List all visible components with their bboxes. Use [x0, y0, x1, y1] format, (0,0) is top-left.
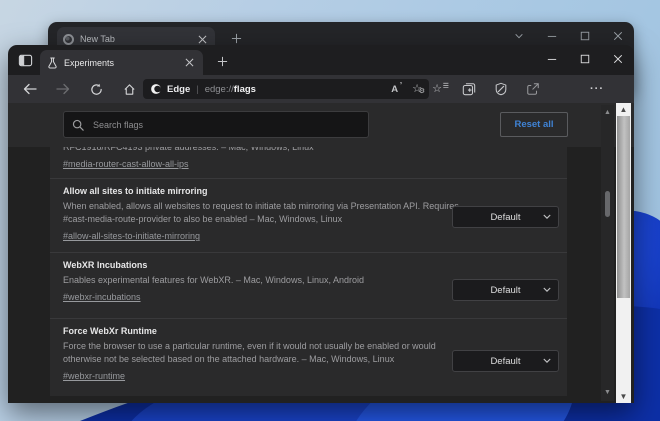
flag-value-dropdown[interactable]: Default	[452, 350, 559, 372]
tab-title: Experiments	[64, 58, 183, 68]
back-icon[interactable]	[22, 81, 38, 97]
search-band: Reset all	[8, 103, 634, 147]
home-icon[interactable]	[121, 81, 137, 97]
new-tab-button[interactable]	[214, 53, 230, 69]
dropdown-value: Default	[490, 356, 520, 367]
flag-row-webxr-incubations: WebXR Incubations Enables experimental f…	[50, 252, 567, 318]
refresh-icon[interactable]	[88, 81, 104, 97]
flag-title: WebXR Incubations	[63, 260, 555, 270]
flag-description: Enables experimental features for WebXR.…	[63, 274, 461, 287]
background-tab-title: New Tab	[80, 34, 196, 44]
maximize-button[interactable]	[577, 28, 593, 44]
scroll-up-icon[interactable]: ▲	[616, 103, 631, 116]
desktop: New Tab	[0, 0, 660, 421]
inner-scrollbar[interactable]: ▲ ▼	[601, 105, 614, 401]
browser-window: Experiments	[8, 45, 634, 403]
flag-permalink[interactable]: #webxr-runtime	[63, 371, 125, 381]
search-icon	[72, 119, 84, 131]
dropdown-value: Default	[490, 212, 520, 223]
new-tab-favicon-icon	[63, 34, 74, 45]
flag-description: When enabled, allows all websites to req…	[63, 200, 461, 226]
scroll-up-icon[interactable]: ▲	[601, 108, 614, 118]
document-scrollbar[interactable]: ▲ ▼	[616, 103, 631, 403]
chevron-down-icon	[543, 358, 551, 364]
forward-icon[interactable]	[55, 81, 71, 97]
site-name: Edge	[167, 84, 190, 95]
reset-all-button[interactable]: Reset all	[500, 112, 568, 137]
flag-title: Allow all sites to initiate mirroring	[63, 186, 555, 196]
close-window-button[interactable]	[610, 51, 626, 67]
settings-menu-icon[interactable]: ···	[585, 81, 609, 97]
flag-description: RFC1918/RFC4193 private addresses. – Mac…	[63, 147, 461, 154]
search-box[interactable]	[63, 111, 369, 138]
new-tab-button[interactable]	[228, 30, 244, 46]
flag-title: Force WebXr Runtime	[63, 326, 555, 336]
chevron-down-icon	[543, 287, 551, 293]
flag-permalink[interactable]: #webxr-incubations	[63, 292, 141, 302]
flask-icon	[47, 57, 58, 69]
gear-icon: ⚙	[419, 86, 425, 97]
inner-scrollbar-thumb[interactable]	[605, 191, 610, 217]
add-favorite-icon[interactable]: ☆⚙	[412, 84, 422, 95]
scroll-down-icon[interactable]: ▼	[601, 388, 614, 398]
collections-icon[interactable]	[461, 81, 477, 97]
list-lines-icon: ☰	[443, 81, 449, 92]
browser-toolbar: Edge | edge:// flags A ☆⚙ ☆☰ ···	[8, 75, 634, 103]
close-tab-icon[interactable]	[196, 33, 209, 46]
share-icon[interactable]	[525, 81, 541, 97]
edge-logo-icon	[150, 83, 162, 95]
flag-description: Force the browser to use a particular ru…	[63, 340, 461, 366]
chevron-down-icon	[543, 214, 551, 220]
scroll-down-icon[interactable]: ▼	[616, 390, 631, 403]
address-bar[interactable]: Edge | edge:// flags A ☆⚙	[143, 79, 429, 99]
url-separator: |	[196, 84, 198, 95]
flags-list: RFC1918/RFC4193 private addresses. – Mac…	[50, 147, 567, 396]
maximize-button[interactable]	[577, 51, 593, 67]
dropdown-value: Default	[490, 285, 520, 296]
favorites-hub-icon[interactable]: ☆☰	[429, 81, 445, 97]
url-page: flags	[234, 84, 256, 95]
tab-experiments[interactable]: Experiments	[40, 50, 203, 75]
flags-page: Reset all RFC1918/RFC4193 private addres…	[8, 103, 634, 403]
close-window-button[interactable]	[610, 28, 626, 44]
flag-row-force-webxr-runtime: Force WebXr Runtime Force the browser to…	[50, 318, 567, 395]
shield-pen-icon[interactable]	[493, 81, 509, 97]
flag-permalink[interactable]: #allow-all-sites-to-initiate-mirroring	[63, 231, 200, 241]
flag-value-dropdown[interactable]: Default	[452, 206, 559, 228]
tab-strip: Experiments	[8, 45, 634, 75]
flag-row-media-router: RFC1918/RFC4193 private addresses. – Mac…	[50, 147, 567, 178]
search-input[interactable]	[91, 119, 360, 131]
tab-actions-menu-icon[interactable]	[17, 52, 34, 69]
minimize-button[interactable]	[544, 51, 560, 67]
document-scrollbar-thumb[interactable]	[617, 116, 630, 298]
chevron-down-icon[interactable]	[511, 28, 527, 44]
close-tab-icon[interactable]	[183, 56, 196, 69]
url-scheme: edge://	[205, 84, 234, 95]
flag-row-allow-mirroring: Allow all sites to initiate mirroring Wh…	[50, 178, 567, 252]
flag-permalink[interactable]: #media-router-cast-allow-all-ips	[63, 159, 189, 169]
flag-value-dropdown[interactable]: Default	[452, 279, 559, 301]
minimize-button[interactable]	[544, 28, 560, 44]
read-aloud-icon[interactable]: A	[391, 84, 398, 95]
